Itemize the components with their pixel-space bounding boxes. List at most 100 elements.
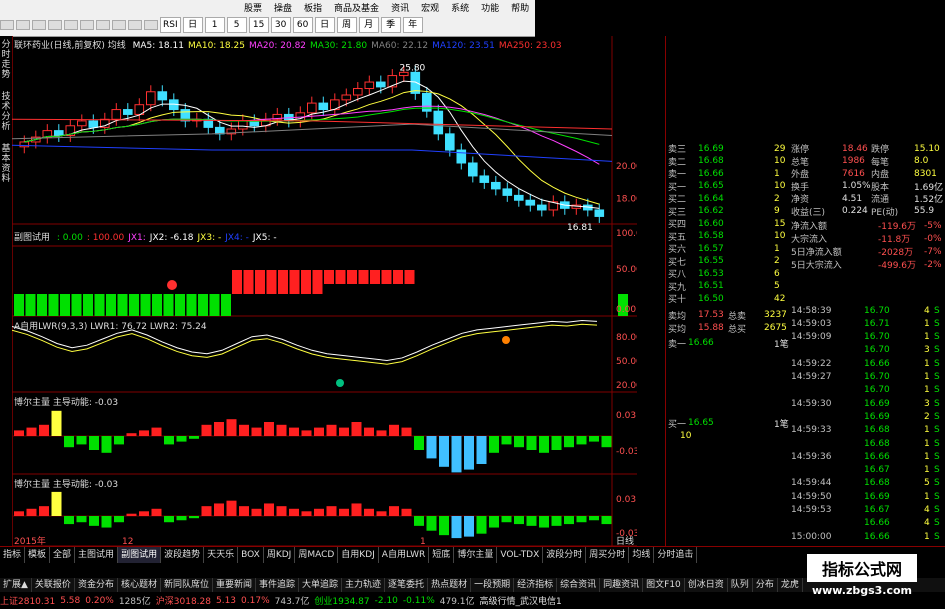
tool-icon[interactable]: [48, 20, 62, 30]
period-button-10[interactable]: 季: [380, 17, 401, 33]
ext-tab-3[interactable]: 核心题材: [118, 578, 161, 592]
tool-icon[interactable]: [112, 20, 126, 30]
candle: [445, 133, 455, 151]
ext-tab-8[interactable]: 主力轨迹: [342, 578, 386, 592]
tool-icon[interactable]: [144, 20, 158, 30]
indicator-tab-4[interactable]: 副图试用: [118, 547, 162, 563]
ext-tab-14[interactable]: 同趣资讯: [600, 578, 644, 592]
indicator-tab-14[interactable]: VOL-TDX: [497, 547, 544, 563]
sub1-bar-green: [198, 294, 208, 316]
indicator-tab-0[interactable]: 指标: [0, 547, 26, 563]
period-button-9[interactable]: 月: [358, 17, 379, 33]
indicator-tab-3[interactable]: 主图试用: [75, 547, 119, 563]
period-button-7[interactable]: 日: [314, 17, 335, 33]
period-button-1[interactable]: 日: [182, 17, 203, 33]
sub3-bar: [51, 410, 62, 436]
quote-cell: 买九: [668, 282, 687, 293]
chart-area[interactable]: 25.80 16.81 20.00 18.00 100.0 50.00 0.00 80.00 5…: [11, 36, 642, 547]
ext-tab-11[interactable]: 一段预期: [471, 578, 515, 592]
indicator-tab-17[interactable]: 均线: [629, 547, 655, 563]
sub3-title: 博尔主量 主导动能: -0.03: [14, 398, 119, 408]
quote-cell: 14:59:36: [791, 451, 832, 462]
period-button-0[interactable]: RSI: [160, 17, 181, 33]
menu-item-7[interactable]: 功能: [477, 1, 503, 15]
menu-item-4[interactable]: 资讯: [387, 1, 413, 15]
indicator-tab-2[interactable]: 全部: [50, 547, 76, 563]
indicator-tab-8[interactable]: 周KDJ: [264, 547, 296, 563]
ext-tab-16[interactable]: 创冰日资: [685, 578, 728, 592]
sub4-bar: [301, 511, 312, 516]
ext-tab-7[interactable]: 大单追踪: [299, 578, 343, 592]
quote-cell: 14:59:50: [791, 491, 832, 502]
candle: [77, 120, 87, 127]
menu-item-2[interactable]: 板指: [300, 1, 326, 15]
ext-tab-15[interactable]: 图文F10: [643, 578, 685, 592]
period-button-11[interactable]: 年: [402, 17, 423, 33]
tick-row: 14:59:27 16.70 1 S: [666, 371, 945, 384]
sub1-val-2: JX1:: [128, 233, 146, 243]
quote-cell: 15.10: [914, 143, 940, 154]
ext-tab-13[interactable]: 综合资讯: [557, 578, 601, 592]
menu-item-0[interactable]: 股票: [240, 1, 266, 15]
ext-tab-17[interactable]: 队列: [728, 578, 753, 592]
quote-cell: 1: [924, 438, 930, 449]
tick-row: 15:00:00 16.66 1 S: [666, 530, 945, 543]
period-button-3[interactable]: 5: [226, 17, 247, 33]
period-button-2[interactable]: 1: [204, 17, 225, 33]
left-tab-0[interactable]: 分时走势: [0, 40, 12, 80]
sub4-bar: [551, 516, 562, 526]
tool-icon[interactable]: [128, 20, 142, 30]
indicator-tab-10[interactable]: 自用KDJ: [338, 547, 379, 563]
ext-tab-18[interactable]: 分布: [753, 578, 778, 592]
tool-icon[interactable]: [32, 20, 46, 30]
menu-item-1[interactable]: 操盘: [270, 1, 296, 15]
quote-cell: 净流入额: [791, 222, 828, 232]
top-toolbar: 股票 操盘 板指 商品及基金 资讯 宏观 系统 功能 帮助 RSI 日 1 5 15 30 60 日周月季年: [0, 0, 535, 37]
ext-tab-12[interactable]: 经济指标: [514, 578, 558, 592]
indicator-tab-6[interactable]: 天天乐: [204, 547, 239, 563]
tick-row: 14:59:22 16.66 1 S: [666, 357, 945, 370]
quote-cell: S: [934, 398, 940, 409]
period-button-8[interactable]: 周: [336, 17, 357, 33]
ext-tab-5[interactable]: 重要新闻: [213, 578, 256, 592]
quote-cell: 16.67: [864, 505, 890, 515]
menu-item-6[interactable]: 系统: [447, 1, 473, 15]
indicator-tab-1[interactable]: 模板: [25, 547, 51, 563]
indicator-tab-15[interactable]: 波段分时: [543, 547, 587, 563]
indicator-tab-18[interactable]: 分时追击: [654, 547, 698, 563]
indicator-tab-7[interactable]: BOX: [238, 547, 264, 563]
quote-cell: 1.69亿: [914, 182, 944, 193]
indicator-tab-11[interactable]: A自用LWR: [379, 547, 430, 563]
period-button-6[interactable]: 60: [292, 17, 313, 33]
menu-item-5[interactable]: 宏观: [417, 1, 443, 15]
tool-icon[interactable]: [0, 20, 14, 30]
tick-row: 16.70 1 S: [666, 384, 945, 397]
ext-tab-1[interactable]: 关联报价: [32, 578, 75, 592]
ext-tab-6[interactable]: 事件追踪: [256, 578, 300, 592]
tool-icon[interactable]: [64, 20, 78, 30]
stat-row: 净资 4.51 流通 1.52亿: [666, 192, 945, 206]
sub1-bar-red: [393, 270, 403, 284]
tool-icon[interactable]: [80, 20, 94, 30]
indicator-tab-9[interactable]: 周MACD: [295, 547, 339, 563]
left-tab-2[interactable]: 基本资料: [0, 144, 12, 184]
menu-item-8[interactable]: 帮助: [507, 1, 533, 15]
ext-tab-10[interactable]: 热点题材: [428, 578, 472, 592]
tool-icon[interactable]: [16, 20, 30, 30]
indicator-tab-16[interactable]: 周买分时: [586, 547, 630, 563]
tool-icon[interactable]: [96, 20, 110, 30]
quote-cell: -11.8万: [878, 235, 911, 245]
sub3-bar: [451, 436, 462, 473]
status-item-11: 479.1亿: [439, 597, 475, 607]
indicator-tab-13[interactable]: 博尔主量: [454, 547, 498, 563]
menu-item-3[interactable]: 商品及基金: [330, 1, 383, 15]
indicator-tab-5[interactable]: 波段趋势: [161, 547, 205, 563]
ext-tab-0[interactable]: 扩展▲: [0, 578, 32, 592]
indicator-tab-12[interactable]: 短底: [429, 547, 455, 563]
left-tab-1[interactable]: 技术分析: [0, 92, 12, 132]
ext-tab-9[interactable]: 逐笔委托: [385, 578, 429, 592]
period-button-5[interactable]: 30: [270, 17, 291, 33]
ext-tab-2[interactable]: 资金分布: [75, 578, 118, 592]
ext-tab-4[interactable]: 新同队席位: [161, 578, 213, 592]
period-button-4[interactable]: 15: [248, 17, 269, 33]
